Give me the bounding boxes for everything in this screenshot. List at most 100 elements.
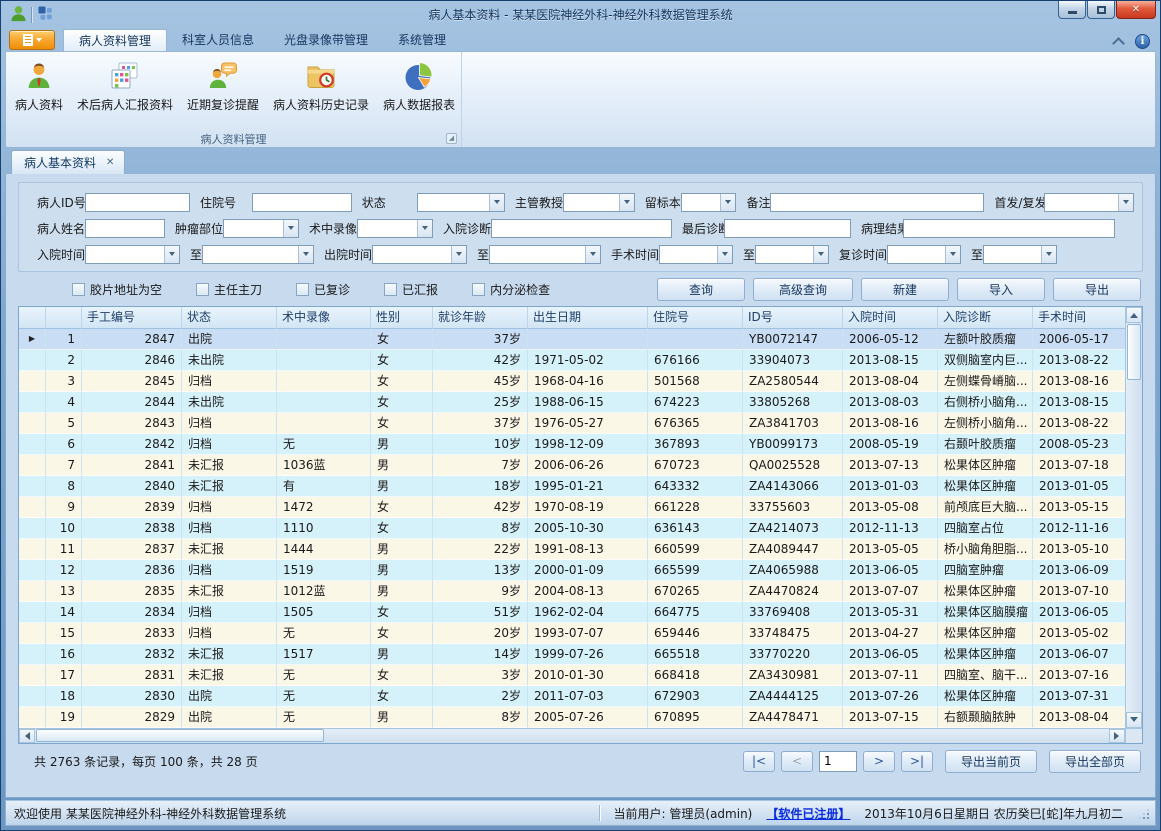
cell[interactable]: ZA4089447 xyxy=(743,539,843,560)
table-row[interactable]: 132835未汇报1012蓝男9岁2004-08-13670265ZA44708… xyxy=(19,581,1129,602)
cell[interactable]: 51岁 xyxy=(433,602,528,623)
cell[interactable]: 1968-04-16 xyxy=(528,371,648,392)
column-header[interactable]: 住院号 xyxy=(648,307,743,329)
cell[interactable]: 1036蓝 xyxy=(277,455,371,476)
table-row[interactable]: 172831未汇报无女3岁2010-01-30668418ZA343098120… xyxy=(19,665,1129,686)
cell[interactable]: 右侧桥小脑角... xyxy=(938,392,1033,413)
cell[interactable]: YB0072147 xyxy=(743,329,843,350)
filter-combo-1-1[interactable] xyxy=(223,219,299,238)
cell[interactable]: 2835 xyxy=(82,581,182,602)
column-header[interactable]: 入院时间 xyxy=(843,307,938,329)
cell[interactable]: 2013-07-18 xyxy=(1033,455,1129,476)
cell[interactable]: 男 xyxy=(371,707,433,728)
filter-input-1-5[interactable] xyxy=(903,219,1115,238)
cell[interactable]: 2013-01-03 xyxy=(843,476,938,497)
combo-dropdown-button[interactable] xyxy=(489,194,504,211)
filter-input-1-4[interactable] xyxy=(724,219,851,238)
cell[interactable]: 2011-07-03 xyxy=(528,686,648,707)
cell[interactable]: 4 xyxy=(46,392,82,413)
cell[interactable]: 2837 xyxy=(82,539,182,560)
cell[interactable]: 2006-06-26 xyxy=(528,455,648,476)
table-row[interactable]: 82840未汇报有男18岁1995-01-21643332ZA414306620… xyxy=(19,476,1129,497)
cell[interactable]: 3 xyxy=(46,371,82,392)
ribbon-tab-system[interactable]: 系统管理 xyxy=(383,29,461,51)
checkbox-box-icon[interactable] xyxy=(196,283,209,296)
cell[interactable]: 2013-07-16 xyxy=(1033,665,1129,686)
revisit-reminder-button[interactable]: 近期复诊提醒 xyxy=(180,55,266,130)
filter-combo-2-6[interactable] xyxy=(887,245,961,264)
close-button[interactable]: ✕ xyxy=(1116,1,1156,19)
cell[interactable]: 2 xyxy=(46,350,82,371)
cell[interactable]: 2013-05-10 xyxy=(1033,539,1129,560)
cell[interactable]: 2013-06-09 xyxy=(1033,560,1129,581)
cell[interactable]: 2831 xyxy=(82,665,182,686)
cell[interactable]: 2013-04-27 xyxy=(843,623,938,644)
cell[interactable]: 归档 xyxy=(182,413,277,434)
cell[interactable]: 660599 xyxy=(648,539,743,560)
table-row[interactable]: 102838归档1110女8岁2005-10-30636143ZA4214073… xyxy=(19,518,1129,539)
filter-combo-1-2[interactable] xyxy=(357,219,433,238)
column-header[interactable]: 出生日期 xyxy=(528,307,648,329)
cell[interactable]: ZA4470824 xyxy=(743,581,843,602)
cell[interactable]: 2008-05-23 xyxy=(1033,434,1129,455)
cell[interactable]: 2838 xyxy=(82,518,182,539)
cell[interactable]: 2833 xyxy=(82,623,182,644)
cell[interactable]: 2013-06-05 xyxy=(1033,602,1129,623)
cell[interactable]: 2013-06-05 xyxy=(843,560,938,581)
filter-combo-2-7[interactable] xyxy=(983,245,1057,264)
filter-combo-2-2[interactable] xyxy=(372,245,467,264)
cell[interactable]: 501568 xyxy=(648,371,743,392)
cell[interactable]: ZA3841703 xyxy=(743,413,843,434)
cell[interactable]: 男 xyxy=(371,644,433,665)
cell[interactable]: 2013-07-26 xyxy=(843,686,938,707)
cell[interactable]: 2013-01-05 xyxy=(1033,476,1129,497)
cell[interactable]: 22岁 xyxy=(433,539,528,560)
vertical-scroll-thumb[interactable] xyxy=(1127,324,1141,380)
cell[interactable]: 无 xyxy=(277,434,371,455)
cell[interactable]: 16 xyxy=(46,644,82,665)
cell[interactable]: 2006-05-12 xyxy=(843,329,938,350)
filter-combo-2-1[interactable] xyxy=(202,245,314,264)
cell[interactable]: ZA4143066 xyxy=(743,476,843,497)
cell[interactable]: 7 xyxy=(46,455,82,476)
cell[interactable]: 男 xyxy=(371,539,433,560)
cell[interactable]: 无 xyxy=(277,623,371,644)
cell[interactable]: 左侧桥小脑角... xyxy=(938,413,1033,434)
cell[interactable]: 未出院 xyxy=(182,350,277,371)
cell[interactable]: 未汇报 xyxy=(182,539,277,560)
cell[interactable]: 女 xyxy=(371,665,433,686)
cell[interactable]: 女 xyxy=(371,602,433,623)
cell[interactable]: 松果体区脑膜瘤 xyxy=(938,602,1033,623)
cell[interactable]: 1505 xyxy=(277,602,371,623)
cell[interactable]: 1993-07-07 xyxy=(528,623,648,644)
cell[interactable]: 2013-08-04 xyxy=(1033,707,1129,728)
cell[interactable]: 670895 xyxy=(648,707,743,728)
cell[interactable]: 2840 xyxy=(82,476,182,497)
patient-data-button[interactable]: 病人资料 xyxy=(8,55,70,130)
cell[interactable]: 8岁 xyxy=(433,518,528,539)
combo-dropdown-button[interactable] xyxy=(619,194,634,211)
cell[interactable]: 33770220 xyxy=(743,644,843,665)
cell[interactable]: 1472 xyxy=(277,497,371,518)
cell[interactable]: 664775 xyxy=(648,602,743,623)
table-row[interactable]: 112837未汇报1444男22岁1991-08-13660599ZA40894… xyxy=(19,539,1129,560)
cell[interactable]: 3岁 xyxy=(433,665,528,686)
table-row[interactable]: 192829出院无男8岁2005-07-26670895ZA4478471201… xyxy=(19,707,1129,728)
cell[interactable]: ZA4478471 xyxy=(743,707,843,728)
cell[interactable]: 1 xyxy=(46,329,82,350)
cell[interactable]: 2013-05-31 xyxy=(843,602,938,623)
cell[interactable]: 2013-08-04 xyxy=(843,371,938,392)
software-registered-link[interactable]: 【软件已注册】 xyxy=(766,805,850,822)
cell[interactable]: 无 xyxy=(277,686,371,707)
cell[interactable]: 归档 xyxy=(182,371,277,392)
cell[interactable]: ZA3430981 xyxy=(743,665,843,686)
filter-input-0-0[interactable] xyxy=(85,193,190,212)
cell[interactable]: YB0099173 xyxy=(743,434,843,455)
filter-combo-0-6[interactable] xyxy=(1044,193,1134,212)
cell[interactable]: 未汇报 xyxy=(182,581,277,602)
cell[interactable]: 男 xyxy=(371,476,433,497)
cell[interactable]: 归档 xyxy=(182,623,277,644)
cell[interactable]: 2013-06-07 xyxy=(1033,644,1129,665)
quick-access-layout-icon[interactable] xyxy=(37,5,53,24)
cell[interactable]: ZA4214073 xyxy=(743,518,843,539)
